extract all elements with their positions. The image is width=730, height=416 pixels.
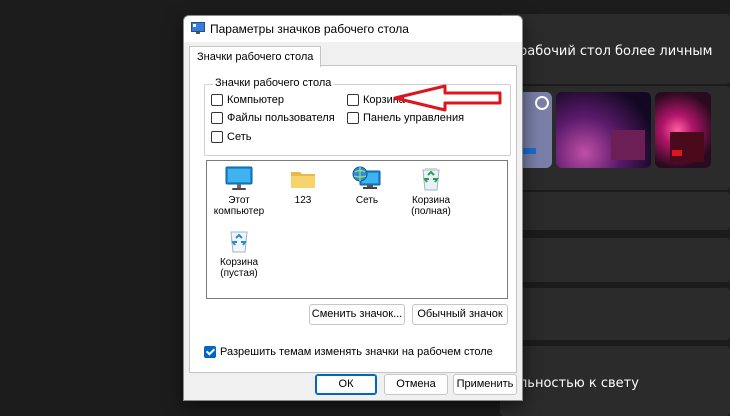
icon-label: Корзина [411, 195, 451, 206]
icon-user-folder[interactable]: 123 [272, 166, 334, 206]
monitor-icon [225, 166, 253, 190]
recycle-bin-full-icon [422, 168, 440, 191]
apply-button[interactable]: Применить [453, 374, 517, 395]
checkbox-user-files[interactable]: Файлы пользователя [211, 112, 335, 124]
theme-card-3[interactable] [655, 92, 711, 168]
theme-card-1[interactable] [518, 92, 552, 168]
settings-row-3[interactable] [500, 288, 730, 340]
tab-bar: Значки рабочего стола [184, 42, 522, 67]
icon-label: Этот [228, 195, 250, 206]
icon-this-pc[interactable]: Этот компьютер [208, 166, 270, 217]
icon-network[interactable]: Сеть [336, 166, 398, 206]
checkbox-label: Панель управления [363, 112, 465, 124]
dialog-titlebar[interactable]: Параметры значков рабочего стола [184, 16, 522, 42]
change-icon-button[interactable]: Сменить значок... [309, 304, 405, 325]
icon-recycle-bin-empty[interactable]: Корзина (пустая) [208, 228, 270, 279]
checkbox-label: Файлы пользователя [227, 112, 335, 124]
icon-label: (пустая) [220, 268, 258, 279]
checkbox-box[interactable] [211, 94, 223, 106]
checkbox-computer[interactable]: Компьютер [211, 94, 284, 106]
icon-list[interactable]: Этот компьютер 123 Сеть Корзина (полная)… [206, 160, 508, 299]
checkbox-label: Разрешить темам изменять значки на рабоч… [220, 346, 493, 358]
checkbox-box[interactable] [347, 94, 359, 106]
checkbox-allow-themes[interactable]: Разрешить темам изменять значки на рабоч… [204, 346, 493, 358]
checkbox-box[interactable] [347, 112, 359, 124]
checkbox-label: Компьютер [227, 94, 284, 106]
checkbox-box[interactable] [211, 131, 223, 143]
settings-description-text: рабочий стол более личным [519, 44, 713, 59]
folder-icon [291, 172, 315, 188]
desktop-settings-icon [191, 22, 205, 34]
checkbox-label: Сеть [227, 131, 252, 143]
red-arrow-annotation [393, 84, 502, 112]
theme-card-2[interactable] [556, 92, 651, 168]
ok-button[interactable]: ОК [315, 374, 377, 395]
dialog-title: Параметры значков рабочего стола [210, 22, 409, 36]
group-title: Значки рабочего стола [213, 77, 334, 89]
icon-label: (полная) [411, 206, 451, 217]
checkbox-box[interactable] [211, 112, 223, 124]
network-icon [352, 166, 381, 189]
settings-row-2[interactable] [500, 238, 730, 282]
icon-recycle-bin-full[interactable]: Корзина (полная) [400, 166, 462, 217]
checkbox-control-panel[interactable]: Панель управления [347, 112, 464, 124]
icon-label: компьютер [213, 206, 265, 217]
icon-label: Корзина [219, 257, 259, 268]
icon-label: Сеть [355, 195, 379, 206]
checkbox-box-checked[interactable] [204, 346, 216, 358]
recycle-bin-empty-icon [230, 231, 248, 253]
cancel-button[interactable]: Отмена [384, 374, 448, 395]
settings-row-4-text: льностью к свету [519, 376, 639, 391]
checkbox-network[interactable]: Сеть [211, 131, 251, 143]
desktop-icon-settings-dialog: Параметры значков рабочего стола Значки … [183, 15, 523, 401]
default-icon-button[interactable]: Обычный значок [412, 304, 508, 325]
settings-row-1[interactable] [500, 192, 730, 230]
tab-desktop-icons[interactable]: Значки рабочего стола [189, 46, 322, 67]
icon-label: 123 [294, 195, 312, 206]
